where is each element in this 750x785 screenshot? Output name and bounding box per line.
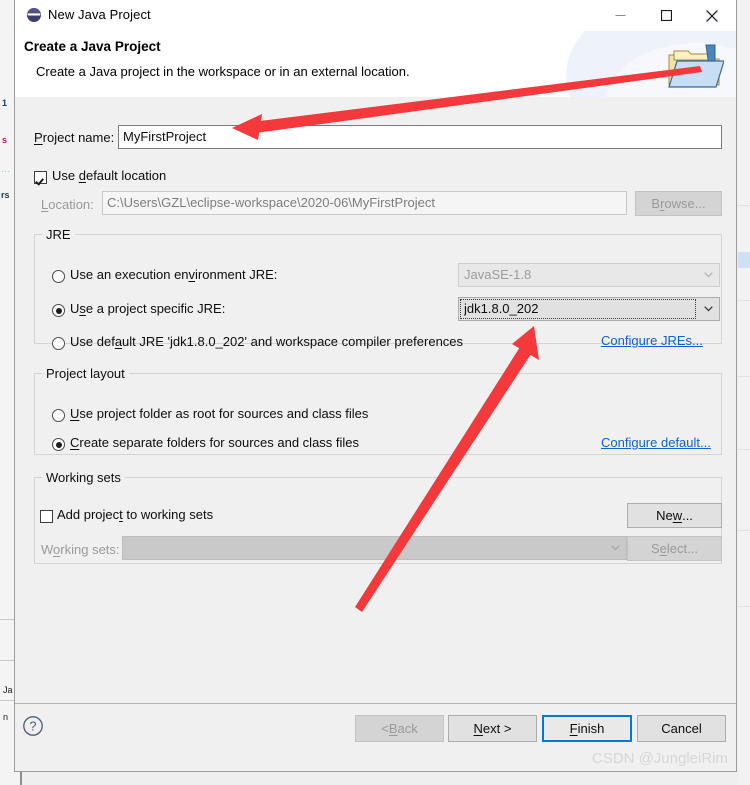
- screen: 1 s ··· rs Ja n New Java Project Create …: [0, 0, 750, 785]
- radio-project-specific-jre-label: Use a project specific JRE:: [70, 301, 226, 316]
- minimize-button[interactable]: [597, 0, 643, 31]
- project-specific-jre-combo[interactable]: jdk1.8.0_202: [458, 297, 720, 321]
- page-title: Create a Java Project: [24, 39, 161, 54]
- add-project-to-working-sets-label: Add project to working sets: [57, 507, 214, 522]
- chevron-down-icon[interactable]: [697, 298, 719, 320]
- location-label: Location:: [41, 197, 94, 212]
- project-name-label: Project name:: [34, 130, 115, 145]
- divider: [738, 300, 750, 301]
- radio-separate-folders[interactable]: [52, 438, 65, 451]
- window-title: New Java Project: [48, 7, 151, 22]
- wizard-header: Create a Java Project Create a Java proj…: [15, 31, 736, 98]
- radio-execution-environment-jre-label: Use an execution environment JRE:: [70, 267, 278, 282]
- jre-group-title: JRE: [42, 227, 75, 242]
- configure-default-link[interactable]: Configure default...: [601, 435, 711, 450]
- background-text-fragment: Ja: [3, 685, 13, 695]
- close-button[interactable]: [689, 0, 735, 31]
- watermark-text: CSDN @JungleiRim: [591, 750, 728, 767]
- background-highlight: [738, 252, 750, 268]
- configure-jres-link[interactable]: Configure JREs...: [601, 333, 703, 348]
- divider: [738, 205, 750, 206]
- radio-project-specific-jre[interactable]: [52, 304, 65, 317]
- maximize-button[interactable]: [643, 0, 689, 31]
- new-working-set-button[interactable]: Ne w...: [627, 503, 722, 528]
- working-sets-label: Working sets:: [41, 542, 120, 557]
- background-text-fragment: n: [3, 712, 9, 722]
- radio-project-folder-root-label: Use project folder as root for sources a…: [70, 406, 369, 421]
- use-default-location-checkbox[interactable]: [34, 171, 47, 184]
- background-window-right-edge: [738, 0, 750, 785]
- background-text-fragment: ···: [1, 166, 10, 176]
- title-bar: New Java Project: [15, 0, 736, 31]
- radio-project-folder-root[interactable]: [52, 409, 65, 422]
- help-question-icon[interactable]: ?: [22, 715, 44, 737]
- project-specific-jre-value: jdk1.8.0_202: [464, 301, 539, 316]
- page-subtitle: Create a Java project in the workspace o…: [36, 64, 410, 79]
- execution-environment-value: JavaSE-1.8: [464, 267, 532, 282]
- background-text-fragment: s: [2, 135, 8, 145]
- add-project-to-working-sets-checkbox[interactable]: [40, 510, 53, 523]
- project-name-input[interactable]: MyFirstProject: [118, 125, 722, 149]
- working-sets-group-title: Working sets: [42, 470, 125, 485]
- radio-separate-folders-label: Create separate folders for sources and …: [70, 435, 360, 450]
- divider: [738, 376, 750, 377]
- cancel-button[interactable]: Cancel: [637, 715, 726, 742]
- radio-default-jre-label: Use default JRE 'jdk1.8.0_202' and works…: [70, 334, 464, 349]
- dialog-footer: ? < Back Next > Finish Cancel CSDN @Jung…: [15, 704, 736, 771]
- use-default-location-label: Use default location: [52, 168, 167, 183]
- background-text-fragment: 1: [2, 98, 8, 108]
- chevron-down-icon: [697, 264, 719, 286]
- radio-default-jre[interactable]: [52, 337, 65, 350]
- finish-button[interactable]: Finish: [542, 715, 632, 742]
- location-input: C:\Users\GZL\eclipse-workspace\2020-06\M…: [102, 191, 627, 215]
- svg-text:?: ?: [30, 720, 37, 734]
- browse-button: Br owse...: [635, 191, 722, 216]
- java-project-folder-icon: [666, 41, 725, 91]
- jre-group: [34, 234, 722, 344]
- divider: [738, 449, 750, 450]
- project-layout-group-title: Project layout: [42, 366, 129, 381]
- divider: [738, 530, 750, 531]
- select-working-set-button: Se lect...: [627, 536, 722, 561]
- dialog-body: Project name: MyFirstProject Use default…: [15, 97, 736, 703]
- new-java-project-dialog: New Java Project Create a Java Project C…: [14, 0, 737, 772]
- working-sets-combo: [122, 536, 627, 560]
- chevron-down-icon: [604, 537, 626, 559]
- eclipse-java-icon: [26, 7, 42, 23]
- background-text-fragment: rs: [1, 190, 10, 200]
- execution-environment-combo: JavaSE-1.8: [458, 263, 720, 287]
- back-button: < Back: [355, 715, 444, 742]
- radio-execution-environment-jre[interactable]: [52, 270, 65, 283]
- divider: [738, 606, 750, 607]
- next-button[interactable]: Next >: [448, 715, 537, 742]
